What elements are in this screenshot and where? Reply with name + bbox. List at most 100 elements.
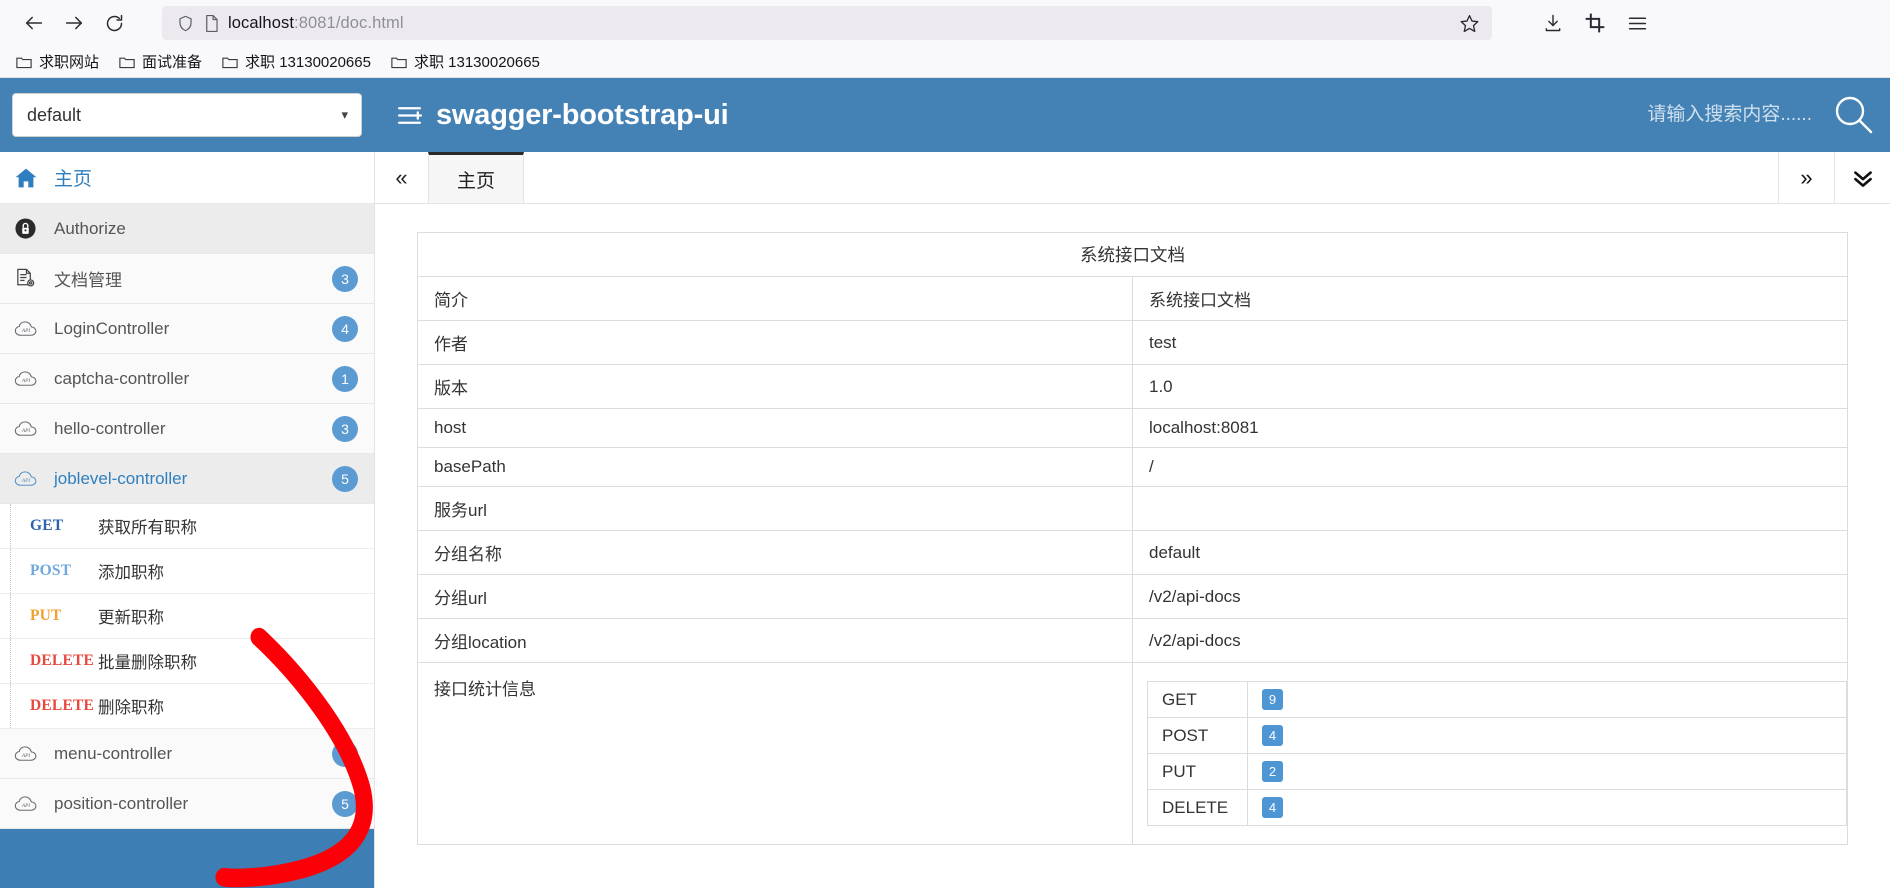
endpoint-method: POST bbox=[30, 562, 72, 579]
table-row: 系统接口文档 bbox=[417, 232, 1848, 277]
stat-method: POST bbox=[1147, 717, 1248, 754]
sidebar-item-badge: 5 bbox=[332, 465, 358, 492]
page-icon bbox=[203, 14, 220, 33]
api-cloud-icon: API bbox=[14, 469, 44, 489]
stat-method: PUT bbox=[1147, 753, 1248, 790]
sidebar-item-label: captcha-controller bbox=[54, 368, 190, 388]
sidebar-item-badge: 5 bbox=[332, 790, 358, 817]
sidebar-item-label: position-controller bbox=[54, 793, 189, 813]
row-value-stats: GET 9 POST 4 PUT 2 DELETE 4 bbox=[1132, 662, 1848, 845]
sidebar-item-label: joblevel-controller bbox=[54, 468, 188, 488]
svg-text:API: API bbox=[21, 328, 31, 334]
sidebar-item-authorize[interactable]: Authorize bbox=[0, 204, 374, 254]
bookmark-item[interactable]: 面试准备 bbox=[111, 48, 210, 75]
sidebar-item-captcha-controller[interactable]: API captcha-controller 1 bbox=[0, 354, 374, 404]
row-key: 分组url bbox=[417, 574, 1133, 619]
table-row: DELETE 4 bbox=[1147, 789, 1848, 826]
svg-text:API: API bbox=[21, 753, 31, 759]
endpoint-label: 删除职称 bbox=[98, 699, 164, 717]
endpoint-label: 添加职称 bbox=[98, 564, 164, 582]
sidebar-item-position-controller[interactable]: API position-controller 5 bbox=[0, 779, 374, 829]
search-icon[interactable] bbox=[1830, 92, 1876, 138]
bookmark-item[interactable]: 求职网站 bbox=[8, 48, 107, 75]
tab-bar-spacer bbox=[524, 152, 1778, 203]
row-value: / bbox=[1132, 447, 1848, 487]
brand: swagger-bootstrap-ui bbox=[396, 98, 729, 132]
sidebar-item-joblevel-controller[interactable]: API joblevel-controller 5 bbox=[0, 454, 374, 504]
chevron-double-down-icon[interactable] bbox=[1834, 152, 1890, 203]
folder-icon bbox=[222, 55, 238, 69]
row-value: /v2/api-docs bbox=[1132, 574, 1848, 619]
chevron-double-right-icon[interactable]: » bbox=[1778, 152, 1834, 203]
search-input[interactable] bbox=[1582, 104, 1812, 126]
stat-count-badge: 2 bbox=[1261, 761, 1283, 782]
row-value: 系统接口文档 bbox=[1132, 276, 1848, 321]
endpoint-item[interactable]: DELETE 批量删除职称 bbox=[0, 639, 374, 684]
menu-icon[interactable] bbox=[1618, 6, 1656, 40]
browser-toolbar-right bbox=[1534, 6, 1656, 40]
stat-method: DELETE bbox=[1147, 789, 1248, 826]
chevron-double-left-icon[interactable]: « bbox=[375, 152, 429, 203]
folder-icon bbox=[391, 55, 407, 69]
sidebar-footer-area bbox=[0, 829, 374, 888]
bookmark-item[interactable]: 求职 13130020665 bbox=[214, 48, 379, 75]
row-value bbox=[1132, 486, 1848, 531]
bookmark-label: 求职 13130020665 bbox=[413, 54, 540, 71]
row-key: 版本 bbox=[417, 364, 1133, 409]
row-key: 作者 bbox=[417, 320, 1133, 365]
table-row: 接口统计信息 GET 9 POST 4 PUT 2 DELETE 4 bbox=[417, 662, 1848, 845]
row-key: 分组名称 bbox=[417, 530, 1133, 575]
sidebar-item-menu-controller[interactable]: API menu-controller 1 bbox=[0, 729, 374, 779]
stat-count-badge: 4 bbox=[1261, 797, 1283, 818]
sidebar-item-hello-controller[interactable]: API hello-controller 3 bbox=[0, 404, 374, 454]
endpoint-method: PUT bbox=[30, 607, 62, 624]
reload-button[interactable] bbox=[94, 6, 134, 40]
brand-title: swagger-bootstrap-ui bbox=[436, 98, 729, 131]
api-cloud-icon: API bbox=[14, 369, 44, 389]
endpoint-method: GET bbox=[30, 517, 64, 534]
api-cloud-icon: API bbox=[14, 744, 44, 764]
tab-bar: « 主页 » bbox=[375, 152, 1890, 204]
endpoint-item[interactable]: GET 获取所有职称 bbox=[0, 504, 374, 549]
back-button[interactable] bbox=[14, 6, 54, 40]
table-row: 分组location /v2/api-docs bbox=[417, 618, 1848, 663]
svg-text:API: API bbox=[21, 478, 31, 484]
svg-text:API: API bbox=[21, 378, 31, 384]
stat-count-cell: 4 bbox=[1246, 789, 1848, 826]
tab-home[interactable]: 主页 bbox=[428, 152, 524, 203]
bookmark-star-icon[interactable] bbox=[1459, 13, 1482, 34]
table-row: 分组url /v2/api-docs bbox=[417, 574, 1848, 619]
sidebar-item-home[interactable]: 主页 bbox=[0, 152, 374, 204]
table-row: POST 4 bbox=[1147, 717, 1848, 754]
endpoint-label: 获取所有职称 bbox=[98, 519, 197, 537]
bookmark-item[interactable]: 求职 13130020665 bbox=[383, 48, 548, 75]
svg-text:API: API bbox=[21, 803, 31, 809]
table-row: 版本 1.0 bbox=[417, 364, 1848, 409]
bookmark-label: 求职 13130020665 bbox=[245, 54, 371, 71]
forward-button[interactable] bbox=[54, 6, 94, 40]
row-value: 1.0 bbox=[1132, 364, 1848, 409]
folder-icon bbox=[119, 55, 135, 69]
sidebar-item-logincontroller[interactable]: API LoginController 4 bbox=[0, 304, 374, 354]
endpoint-item[interactable]: DELETE 删除职称 bbox=[0, 684, 374, 729]
endpoint-label: 批量删除职称 bbox=[98, 654, 197, 672]
sidebar: 主页 Authorize 文档管理 3 API LoginController … bbox=[0, 152, 375, 888]
endpoint-item[interactable]: PUT 更新职称 bbox=[0, 594, 374, 639]
shield-icon bbox=[176, 14, 195, 33]
sidebar-item-document-manage[interactable]: 文档管理 3 bbox=[0, 254, 374, 304]
sidebar-home-label: 主页 bbox=[54, 169, 93, 190]
download-icon[interactable] bbox=[1534, 6, 1572, 40]
table-row: PUT 2 bbox=[1147, 753, 1848, 790]
bookmarks-bar: 求职网站 面试准备 求职 13130020665 求职 13130020665 bbox=[0, 46, 1890, 77]
endpoint-item[interactable]: POST 添加职称 bbox=[0, 549, 374, 594]
url-bar[interactable]: localhost:8081/doc.html bbox=[162, 6, 1492, 40]
stat-count-badge: 9 bbox=[1261, 689, 1283, 710]
table-row: host localhost:8081 bbox=[417, 408, 1848, 448]
api-cloud-icon: API bbox=[14, 794, 44, 814]
browser-chrome: localhost:8081/doc.html 求职网站 面试准备 求职 131… bbox=[0, 0, 1890, 78]
table-row: 分组名称 default bbox=[417, 530, 1848, 575]
group-select[interactable]: default bbox=[12, 93, 362, 137]
endpoint-label: 更新职称 bbox=[98, 609, 164, 627]
sidebar-item-badge: 3 bbox=[332, 415, 358, 442]
screenshot-icon[interactable] bbox=[1576, 6, 1614, 40]
